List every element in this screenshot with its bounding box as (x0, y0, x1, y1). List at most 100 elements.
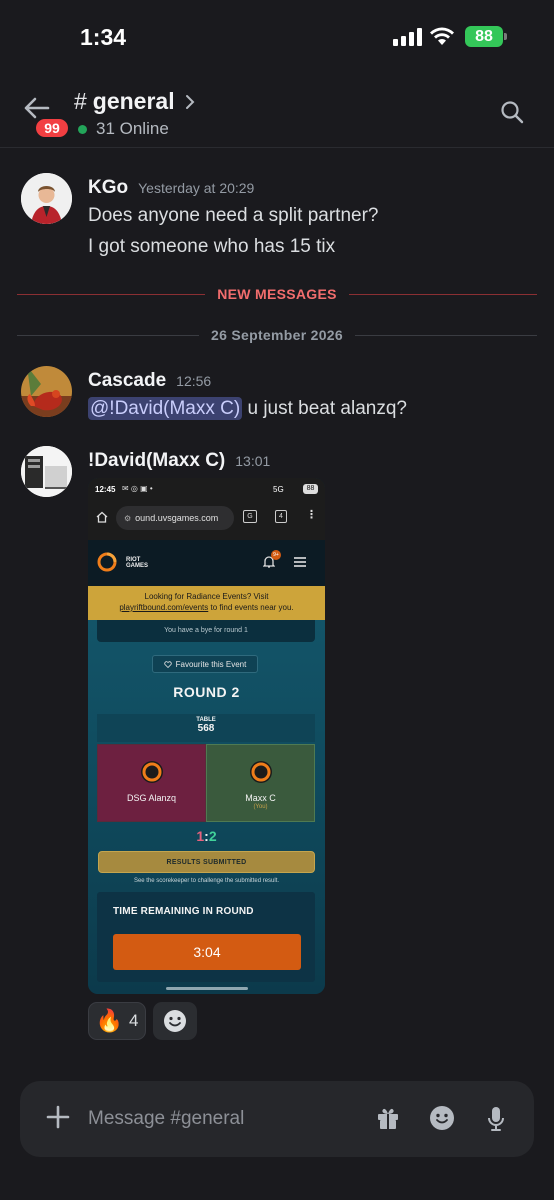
match-players: DSG Alanzq Maxx C (You) (97, 744, 315, 822)
site-settings-icon: ⚙ (124, 513, 132, 523)
user-avatar-icon (21, 446, 72, 497)
banner-text: Looking for Radiance Events? Visit (144, 592, 269, 601)
new-messages-divider: NEW MESSAGES (17, 284, 538, 304)
message-timestamp: 12:56 (176, 373, 212, 389)
player-card-right: Maxx C (You) (206, 744, 315, 822)
table-info: TABLE 568 (97, 714, 315, 742)
avatar[interactable] (21, 173, 72, 224)
status-bar: 1:34 88 (0, 0, 554, 70)
emoji-picker-icon[interactable] (429, 1105, 455, 1131)
divider-line (17, 334, 200, 336)
notification-badge: 9+ (271, 550, 281, 560)
attachment-battery: 88 (303, 484, 318, 494)
microphone-icon[interactable] (486, 1105, 506, 1133)
new-messages-label: NEW MESSAGES (217, 286, 337, 302)
message-text: Does anyone need a split partner? (88, 205, 379, 226)
table-number: 568 (197, 723, 215, 734)
message-author[interactable]: KGo Yesterday at 20:29 (88, 177, 254, 199)
message-author[interactable]: Cascade 12:56 (88, 370, 211, 392)
user-mention[interactable]: @!David(Maxx C) (88, 397, 243, 420)
author-name[interactable]: !David(Maxx C) (88, 450, 225, 471)
results-submitted-banner: RESULTS SUBMITTED (98, 851, 315, 873)
home-indicator (166, 987, 248, 990)
attachment-network: 5G (273, 485, 284, 494)
table-label: TABLE (196, 717, 216, 723)
message-timestamp: 13:01 (235, 453, 271, 469)
author-name[interactable]: KGo (88, 177, 128, 198)
round-title: ROUND 2 (173, 684, 240, 700)
results-note: See the scorekeeper to challenge the sub… (133, 878, 280, 884)
tab-count: 4 (275, 510, 287, 523)
reaction-count: 4 (128, 1011, 139, 1030)
author-name[interactable]: Cascade (88, 370, 166, 391)
url-bar: ⚙ ound.uvsgames.com (116, 506, 234, 530)
date-label: 26 September 2026 (211, 327, 343, 343)
player-logo-icon (140, 761, 163, 783)
more-menu-icon: ⋮ (306, 509, 317, 521)
divider-line (348, 293, 538, 295)
gift-icon[interactable] (376, 1105, 400, 1131)
player-card-left: DSG Alanzq (97, 744, 206, 822)
reaction-fire[interactable]: 🔥 4 (88, 1002, 146, 1040)
smiley-icon (164, 1010, 186, 1032)
online-count: 31 Online (96, 119, 169, 138)
translate-icon: G (243, 510, 257, 523)
favourite-label: Favourite this Event (175, 659, 247, 669)
user-avatar-icon (21, 366, 72, 417)
events-banner: Looking for Radiance Events? Visit playr… (88, 586, 325, 620)
channel-hash-icon: # (74, 88, 87, 114)
banner-text-line2: playriftbound.com/events to find events … (88, 602, 325, 613)
message-text: I got someone who has 15 tix (88, 236, 336, 257)
attachment-site-nav: RIOT GAMES 9+ (88, 540, 325, 586)
attachment-browser-bar: ⚙ ound.uvsgames.com G 4 ⋮ (88, 502, 325, 540)
attachment-notification-icons: ✉ ◎ ▣ • (122, 484, 153, 493)
riftbound-logo-icon (97, 552, 117, 572)
chevron-right-icon (185, 94, 195, 109)
cellular-signal-icon (393, 28, 422, 46)
search-icon[interactable] (500, 100, 524, 124)
image-attachment[interactable]: 12:45 ✉ ◎ ▣ • 5G 88 ⚙ ound.uvsgames.com … (88, 478, 325, 994)
score-right: 2 (208, 828, 217, 844)
home-icon (96, 511, 108, 523)
date-divider: 26 September 2026 (17, 325, 537, 345)
wifi-icon (430, 27, 454, 45)
bye-notice: You have a bye for round 1 (97, 620, 315, 642)
riot-games-logo: RIOT GAMES (126, 557, 149, 569)
favourite-event-button: Favourite this Event (152, 655, 258, 673)
url-text: ound.uvsgames.com (135, 513, 219, 523)
player-name: Maxx C (245, 793, 276, 803)
message-text-body: u just beat alanzq? (242, 398, 407, 419)
banner-text-suffix: to find events near you. (208, 603, 294, 612)
banner-link: playriftbound.com/events (119, 603, 209, 612)
battery-indicator: 88 (465, 26, 507, 47)
avatar[interactable] (21, 366, 72, 417)
timer-value: 3:04 (113, 934, 301, 970)
divider-line (17, 293, 206, 295)
channel-header: 99 # general 31 Online (0, 70, 554, 148)
player-logo-icon (249, 761, 272, 783)
battery-level: 88 (475, 27, 493, 45)
add-reaction-button[interactable] (153, 1002, 197, 1040)
message-timestamp: Yesterday at 20:29 (138, 180, 255, 196)
heart-icon (163, 660, 172, 668)
player-you-tag: (You) (253, 804, 268, 810)
message-composer[interactable]: Message #general (20, 1081, 534, 1157)
attachment-status-time: 12:45 (95, 485, 116, 494)
plus-icon[interactable] (44, 1103, 72, 1131)
attachment-status-bar: 12:45 ✉ ◎ ▣ • 5G 88 (88, 478, 325, 502)
message-text: @!David(Maxx C) u just beat alanzq? (88, 397, 407, 420)
hamburger-menu-icon (294, 557, 306, 567)
online-status: 31 Online (78, 119, 169, 139)
score-left: 1 (196, 828, 205, 844)
message-input[interactable]: Message #general (88, 1108, 244, 1130)
fire-emoji-icon: 🔥 (95, 1008, 123, 1033)
channel-title[interactable]: # general (74, 88, 195, 115)
avatar[interactable] (21, 446, 72, 497)
status-time: 1:34 (80, 24, 127, 50)
round-timer: TIME REMAINING IN ROUND 3:04 (97, 892, 315, 982)
match-score: 1:2 (88, 828, 325, 844)
message-author[interactable]: !David(Maxx C) 13:01 (88, 450, 270, 472)
divider-line (354, 334, 537, 336)
user-avatar-icon (21, 173, 72, 224)
channel-name: general (92, 88, 175, 114)
